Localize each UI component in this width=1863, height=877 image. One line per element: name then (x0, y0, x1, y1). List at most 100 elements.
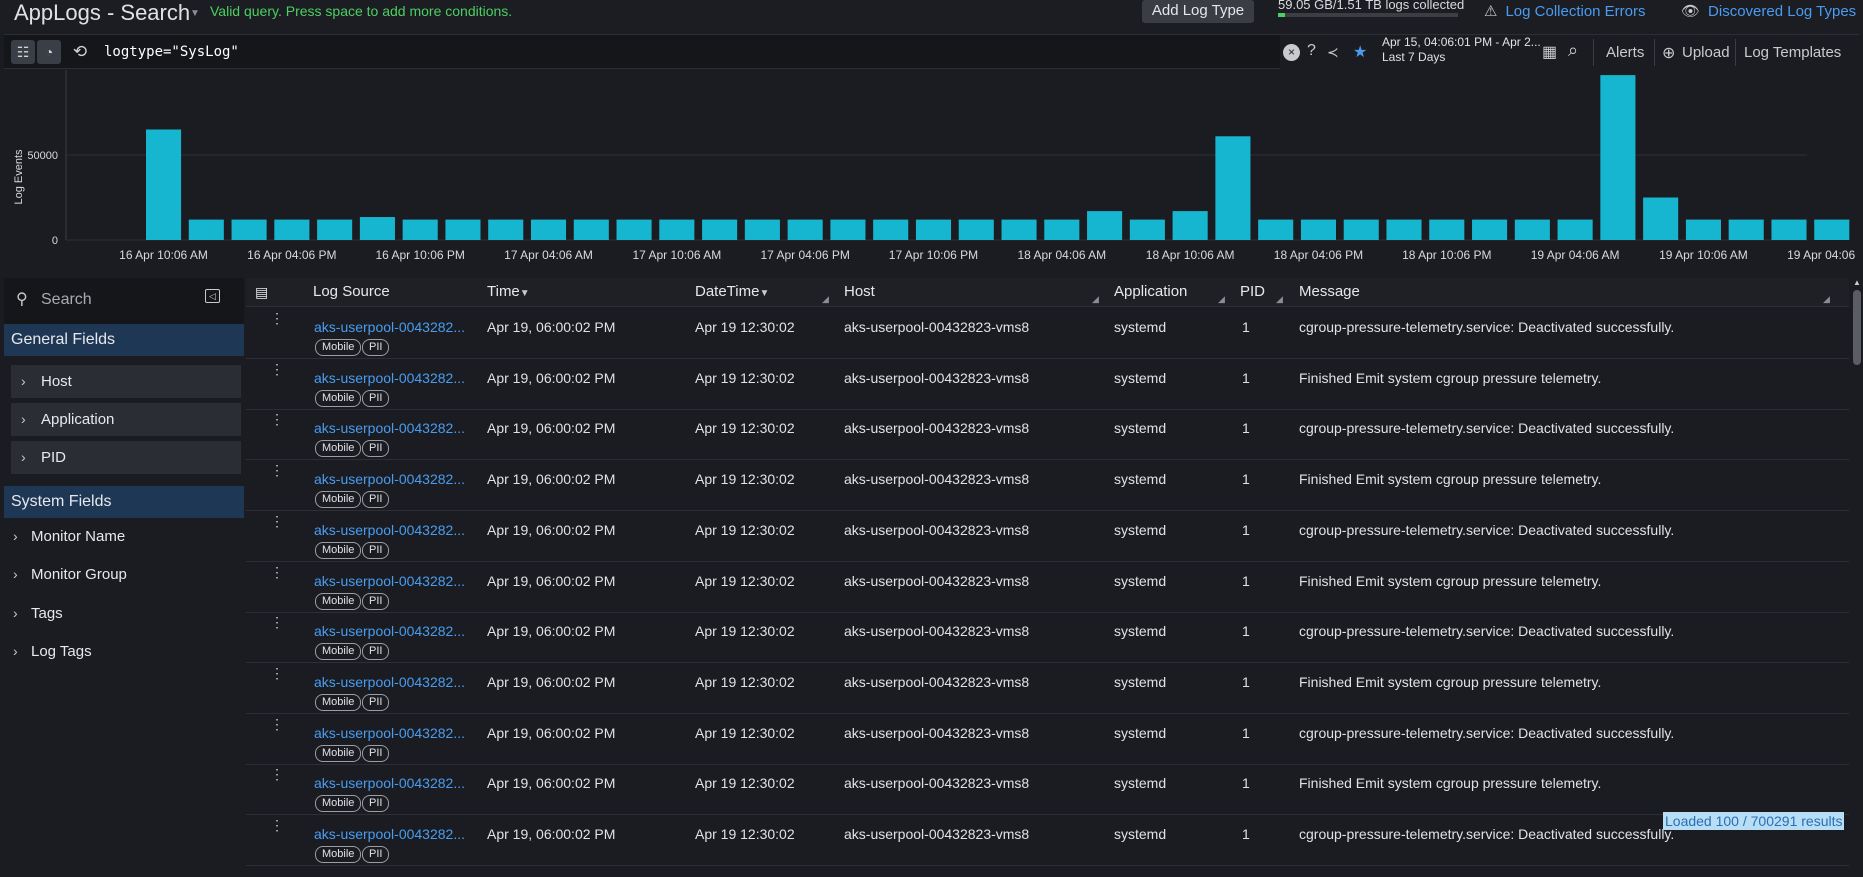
favorite-star-icon[interactable]: ★ (1353, 42, 1367, 62)
row-menu-icon[interactable]: ⋮ (270, 716, 284, 733)
tag-badge[interactable]: Mobile (315, 440, 362, 458)
sidebar-item-pid[interactable]: › PID (11, 441, 241, 474)
row-menu-icon[interactable]: ⋮ (270, 462, 284, 479)
table-row[interactable]: ⋮ aks-userpool-0043282... Apr 19, 06:00:02… (246, 511, 1849, 562)
tag-badge[interactable]: Mobile (315, 339, 362, 356)
tag-badge[interactable]: Mobile (315, 389, 362, 407)
table-row[interactable]: ⋮ aks-userpool-0043282... Apr 19, 06:00:02… (246, 409, 1849, 461)
history-icon[interactable]: ⟲ (68, 40, 92, 64)
table-row[interactable]: ⋮ aks-userpool-0043282... Apr 19, 06:00:02… (246, 612, 1849, 664)
tag-badge[interactable]: Mobile (315, 592, 362, 610)
field-search-input[interactable]: Search (41, 291, 92, 309)
table-row[interactable]: ⋮ aks-userpool-0043282... Apr 19, 06:00:02… (246, 308, 1849, 359)
row-menu-icon[interactable]: ⋮ (270, 513, 284, 530)
search-icon[interactable]: ⌕ (1568, 40, 1578, 61)
alerts-button[interactable]: Alerts (1606, 44, 1644, 61)
share-icon[interactable]: ≺ (1327, 44, 1339, 61)
row-menu-icon[interactable]: ⋮ (270, 766, 284, 783)
table-row[interactable]: ⋮ aks-userpool-0043282... Apr 19, 06:00:02… (246, 562, 1849, 613)
sort-desc-icon[interactable]: ▼ (520, 288, 530, 299)
sidebar-item-log-tags[interactable]: › Log Tags (4, 635, 244, 668)
log-source-link[interactable]: aks-userpool-0043282... (314, 522, 465, 538)
tag-badge[interactable]: PII (362, 693, 390, 711)
log-collection-errors-link[interactable]: ⚠ Log Collection Errors (1484, 2, 1646, 20)
tag-badge[interactable]: PII (362, 795, 390, 813)
tag-badge[interactable]: PII (362, 846, 390, 863)
sidebar-item-application[interactable]: › Application (11, 403, 241, 436)
tag-badge[interactable]: Mobile (315, 491, 362, 509)
column-header-application[interactable]: Application (1114, 283, 1187, 300)
tag-badge[interactable]: PII (362, 592, 390, 610)
column-header-message[interactable]: Message (1299, 283, 1360, 300)
tag-badge[interactable]: Mobile (315, 744, 362, 762)
discovered-log-types-link[interactable]: 👁 Discovered Log Types (1681, 2, 1856, 20)
log-source-link[interactable]: aks-userpool-0043282... (314, 674, 465, 690)
tag-badge[interactable]: PII (362, 389, 390, 407)
row-menu-icon[interactable]: ⋮ (270, 411, 284, 428)
table-row[interactable]: ⋮ aks-userpool-0043282... Apr 19, 06:00:02… (246, 714, 1849, 765)
column-header-pid[interactable]: PID (1240, 283, 1265, 300)
upload-icon[interactable]: ⊕ (1662, 43, 1675, 63)
sidebar-item-monitor-name[interactable]: › Monitor Name (4, 520, 244, 553)
scroll-up-icon[interactable]: ▲ (1853, 278, 1861, 287)
scrollbar-thumb[interactable] (1853, 290, 1861, 365)
sidebar-item-host[interactable]: › Host (11, 365, 241, 398)
tag-badge[interactable]: PII (362, 744, 390, 762)
log-source-link[interactable]: aks-userpool-0043282... (314, 471, 465, 487)
log-source-link[interactable]: aks-userpool-0043282... (314, 319, 465, 335)
table-row[interactable]: ⋮ aks-userpool-0043282... Apr 19, 06:00:02… (246, 663, 1849, 714)
title-dropdown-icon[interactable]: ▼ (190, 8, 200, 19)
table-row[interactable]: ⋮ aks-userpool-0043282... Apr 19, 06:00:02… (246, 460, 1849, 512)
tag-badge[interactable]: PII (362, 643, 390, 661)
column-header-time[interactable]: Time▼ (487, 283, 530, 300)
tag-badge[interactable]: Mobile (315, 846, 362, 863)
row-menu-icon[interactable]: ⋮ (270, 310, 284, 327)
tag-badge[interactable]: Mobile (315, 795, 362, 813)
help-icon[interactable]: ? (1307, 42, 1316, 60)
tag-badge[interactable]: PII (362, 491, 390, 509)
field-search[interactable]: ⚲ Search ◁ (4, 278, 244, 324)
sidebar-item-tags[interactable]: › Tags (4, 597, 244, 630)
column-settings-icon[interactable]: ▤ (255, 284, 268, 301)
log-templates-button[interactable]: Log Templates (1744, 44, 1841, 61)
table-row[interactable]: ⋮ aks-userpool-0043282... Apr 19, 06:00:02… (246, 815, 1849, 866)
column-resize-handle[interactable]: ◢ (1276, 294, 1284, 304)
upload-button[interactable]: Upload (1682, 44, 1730, 61)
tag-badge[interactable]: Mobile (315, 643, 362, 661)
log-source-link[interactable]: aks-userpool-0043282... (314, 826, 465, 842)
log-source-link[interactable]: aks-userpool-0043282... (314, 420, 465, 436)
sidebar-item-monitor-group[interactable]: › Monitor Group (4, 558, 244, 591)
column-header-datetime[interactable]: DateTime▼ (695, 283, 769, 300)
clear-query-icon[interactable]: × (1283, 44, 1300, 61)
log-source-link[interactable]: aks-userpool-0043282... (314, 370, 465, 386)
tag-badge[interactable]: PII (362, 541, 390, 559)
column-header-log-source[interactable]: Log Source (313, 283, 390, 300)
row-menu-icon[interactable]: ⋮ (270, 817, 284, 834)
tag-badge[interactable]: PII (362, 440, 390, 458)
log-source-link[interactable]: aks-userpool-0043282... (314, 623, 465, 639)
add-log-type-button[interactable]: Add Log Type (1142, 0, 1254, 23)
column-resize-handle[interactable]: ◢ (1092, 294, 1100, 304)
query-input[interactable]: logtype="SysLog" (104, 44, 239, 60)
log-source-link[interactable]: aks-userpool-0043282... (314, 573, 465, 589)
chart-view-icon[interactable]: ◔ (37, 40, 61, 64)
tag-badge[interactable]: PII (362, 339, 390, 356)
log-source-link[interactable]: aks-userpool-0043282... (314, 775, 465, 791)
collapse-sidebar-icon[interactable]: ◁ (205, 289, 220, 303)
table-row[interactable]: ⋮ aks-userpool-0043282... Apr 19, 06:00:02… (246, 359, 1849, 410)
row-menu-icon[interactable]: ⋮ (270, 665, 284, 682)
list-view-icon[interactable]: ☷ (11, 40, 35, 64)
row-menu-icon[interactable]: ⋮ (270, 564, 284, 581)
row-menu-icon[interactable]: ⋮ (270, 614, 284, 631)
log-source-link[interactable]: aks-userpool-0043282... (314, 725, 465, 741)
column-resize-handle[interactable]: ◢ (822, 294, 830, 304)
tag-badge[interactable]: Mobile (315, 693, 362, 711)
table-row[interactable]: ⋮ aks-userpool-0043282... Apr 19, 06:00:02… (246, 764, 1849, 816)
column-resize-handle[interactable]: ◢ (1823, 294, 1831, 304)
table-scrollbar[interactable]: ▲ (1851, 278, 1863, 877)
row-menu-icon[interactable]: ⋮ (270, 361, 284, 378)
column-header-host[interactable]: Host (844, 283, 875, 300)
tag-badge[interactable]: Mobile (315, 541, 362, 559)
calendar-icon[interactable]: ▦ (1542, 42, 1557, 62)
column-resize-handle[interactable]: ◢ (1218, 294, 1226, 304)
